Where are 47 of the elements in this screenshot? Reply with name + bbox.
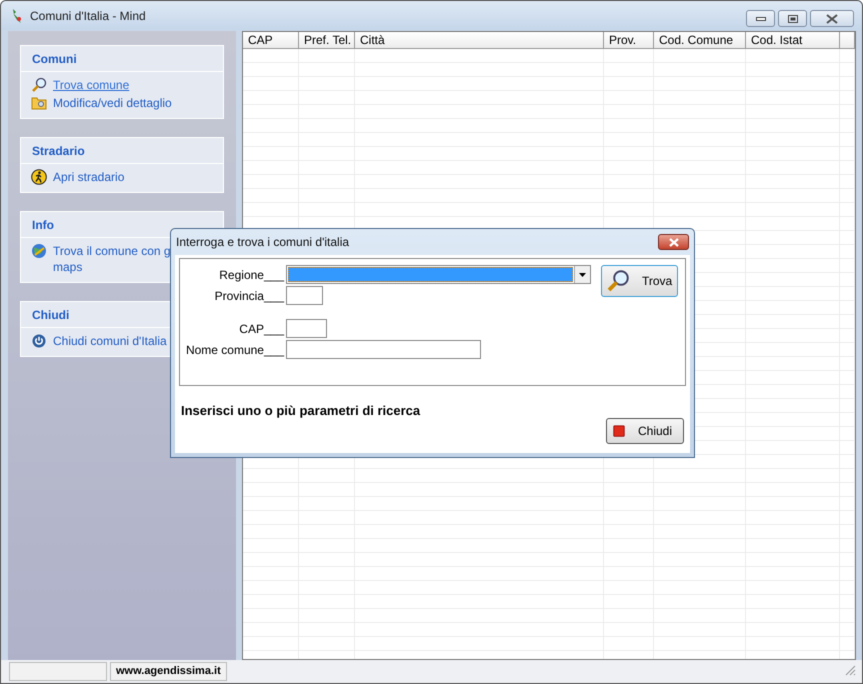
column-header	[840, 32, 855, 49]
input-field[interactable]	[286, 319, 327, 338]
minimize-icon	[756, 16, 766, 20]
column-header[interactable]: Città	[355, 32, 604, 49]
folder-icon	[31, 95, 47, 111]
maximize-icon	[788, 14, 798, 22]
input-field[interactable]	[286, 286, 323, 305]
dialog-title: Interroga e trova i comuni d'italia	[176, 235, 350, 249]
maximize-button[interactable]	[778, 10, 807, 27]
search-icon	[606, 269, 630, 293]
task-link[interactable]: Chiudi comuni d'Italia	[53, 333, 167, 349]
dialog-button[interactable]: Chiudi	[606, 418, 684, 444]
window-title: Comuni d'Italia - Mind	[30, 8, 147, 22]
task-link[interactable]: Apri stradario	[53, 169, 124, 185]
panel-title: Stradario	[31, 143, 86, 160]
dropdown-arrow-icon	[579, 272, 586, 276]
column-header[interactable]: Cod. Comune	[654, 32, 746, 49]
stop-icon	[612, 424, 626, 438]
globe-icon	[31, 243, 47, 259]
field-label: Regione___	[218, 268, 284, 282]
close-icon	[668, 238, 680, 246]
close-button[interactable]	[658, 234, 689, 250]
task-link[interactable]: Modifica/vedi dettaglio	[53, 95, 172, 111]
region-dropdown[interactable]	[286, 265, 591, 284]
close-icon	[826, 14, 838, 24]
panel-title: Chiudi	[31, 307, 70, 324]
pedestrian-icon	[31, 169, 47, 185]
dialog-button[interactable]: Trova	[601, 265, 678, 297]
field-label: Provincia___	[214, 288, 284, 302]
column-header[interactable]: Cod. Istat	[746, 32, 840, 49]
search-icon	[31, 77, 47, 93]
panel-title: Comuni	[31, 51, 78, 68]
task-link[interactable]: Trova comune	[53, 77, 130, 93]
task-link[interactable]: Trova il comune con g maps	[53, 243, 171, 275]
column-header[interactable]: Pref. Tel.	[299, 32, 355, 49]
minimize-button[interactable]	[746, 10, 775, 27]
field-label: CAP___	[238, 322, 284, 336]
input-field[interactable]	[286, 340, 481, 359]
power-icon	[31, 333, 47, 349]
column-header[interactable]: Prov.	[604, 32, 654, 49]
status-text: www.agendissima.it	[110, 662, 227, 681]
instruction-text: Inserisci uno o più parametri di ricerca	[181, 403, 420, 418]
flag-icon	[10, 8, 24, 24]
column-header[interactable]: CAP	[243, 32, 299, 49]
panel-title: Info	[31, 217, 55, 234]
close-button[interactable]	[810, 10, 854, 27]
field-label: Nome comune___	[184, 342, 284, 356]
